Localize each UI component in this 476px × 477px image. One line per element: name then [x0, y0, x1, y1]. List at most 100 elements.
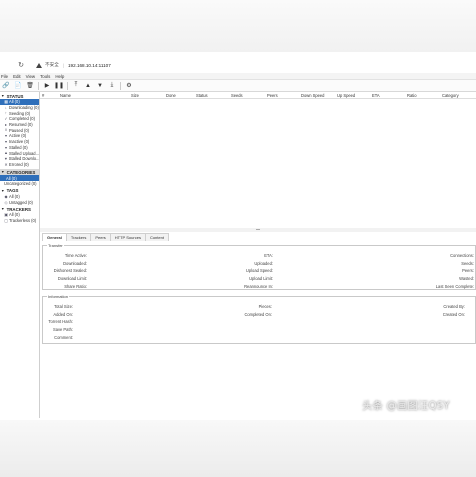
- stalled-up-icon: ▲: [4, 151, 8, 156]
- move-bottom-icon[interactable]: ⤓: [108, 82, 116, 90]
- upload-icon: ↑: [5, 111, 7, 116]
- menu-file[interactable]: File: [1, 74, 8, 79]
- download-icon: ↓: [5, 105, 7, 110]
- categories-section-header[interactable]: ▼ CATEGORIES: [0, 169, 39, 176]
- dishonest-sealed-label: Dishonest Sealed:: [53, 268, 87, 273]
- status-filter-completed[interactable]: ✓ Completed (0): [0, 116, 39, 122]
- column-header-status[interactable]: Status: [196, 93, 208, 98]
- bottom-blank-area: [0, 420, 476, 477]
- collapse-icon: ▼: [1, 188, 5, 193]
- time-active-label: Time Active:: [64, 253, 87, 258]
- status-filter-stalled-upload[interactable]: ▲ Stalled Upload...: [0, 150, 39, 156]
- tab-general[interactable]: General: [42, 233, 67, 241]
- category-filter-uncategorized[interactable]: Uncategorized (0): [0, 181, 39, 187]
- pause-icon[interactable]: ❚❚: [54, 82, 64, 90]
- information-group: Information Total Size: Added On: Torren…: [42, 294, 476, 344]
- filter-icon: ▾: [5, 140, 7, 145]
- menu-help[interactable]: Help: [55, 74, 64, 79]
- move-down-icon[interactable]: ▼: [96, 82, 104, 90]
- column-header-number[interactable]: #: [42, 93, 44, 98]
- toolbar-divider: [67, 81, 68, 90]
- url-text[interactable]: 192.168.10.14:11107: [68, 63, 111, 68]
- status-filter-errored[interactable]: ✕ Errored (0): [0, 162, 39, 168]
- added-on-label: Added On:: [53, 312, 73, 317]
- column-header-ratio[interactable]: Ratio: [407, 93, 417, 98]
- status-filter-stalled-download[interactable]: ▼ Stalled Downlo...: [0, 156, 39, 162]
- eta-label: ETA:: [264, 253, 273, 258]
- information-group-title: Information: [47, 294, 70, 299]
- column-header-size[interactable]: Size: [131, 93, 139, 98]
- play-icon[interactable]: ▶: [43, 82, 51, 90]
- download-limit-label: Download Limit:: [57, 276, 87, 281]
- upload-limit-label: Upload Limit:: [249, 276, 273, 281]
- column-header-eta[interactable]: ETA: [372, 93, 380, 98]
- check-icon: ✓: [4, 117, 8, 122]
- all-icon: ▦: [4, 100, 8, 105]
- torrent-hash-label: Torrent Hash:: [48, 319, 73, 324]
- stalled-down-icon: ▼: [4, 156, 8, 161]
- menu-view[interactable]: View: [26, 74, 35, 79]
- filter-icon: ▾: [5, 145, 7, 150]
- add-link-icon[interactable]: 🔗: [2, 82, 10, 90]
- tag-icon: ◆: [4, 194, 8, 199]
- move-top-icon[interactable]: ⤒: [72, 82, 80, 90]
- address-bar[interactable]: ↻ 不安全 | 192.168.10.14:11107: [0, 59, 476, 71]
- transfer-group-title: Transfer: [47, 243, 64, 248]
- top-blank-area: [0, 0, 476, 52]
- add-file-icon[interactable]: 📄: [14, 82, 22, 90]
- insecure-label[interactable]: 不安全: [45, 62, 59, 68]
- collapse-icon: ▼: [1, 207, 5, 211]
- created-on-label: Created On:: [442, 312, 465, 317]
- pause-icon: ‖: [5, 128, 7, 133]
- torrent-list[interactable]: # Name Size Done Status Seeds Peers Down…: [40, 92, 476, 232]
- resume-icon: ▸: [5, 123, 7, 128]
- downloaded-label: Downloaded:: [63, 261, 87, 266]
- pieces-label: Pieces:: [258, 304, 272, 309]
- tab-trackers[interactable]: Trackers: [65, 233, 92, 241]
- tracker-icon: ▣: [4, 213, 8, 218]
- comment-label: Comment:: [54, 335, 73, 340]
- options-icon[interactable]: ⚙: [125, 82, 133, 90]
- created-by-label: Created By:: [443, 304, 465, 309]
- warning-icon: [36, 62, 42, 68]
- tab-content[interactable]: Content: [144, 233, 169, 241]
- collapse-icon: ▼: [1, 94, 5, 98]
- column-header-name[interactable]: Name: [60, 93, 71, 98]
- error-icon: ✕: [4, 162, 8, 167]
- tracker-icon: ▢: [4, 219, 8, 224]
- menu-tools[interactable]: Tools: [40, 74, 50, 79]
- column-header-seeds[interactable]: Seeds: [231, 93, 243, 98]
- delete-icon[interactable]: 🗑: [26, 82, 34, 90]
- peers-label: Peers:: [462, 268, 474, 273]
- toolbar-divider: [38, 81, 39, 90]
- menu-edit[interactable]: Edit: [13, 74, 21, 79]
- column-header-peers[interactable]: Peers: [267, 93, 278, 98]
- upload-speed-label: Upload Speed:: [245, 268, 273, 273]
- tracker-filter-trackerless[interactable]: ▢ Trackerless (0): [0, 218, 39, 224]
- tag-icon: ◇: [4, 200, 8, 205]
- transfer-group: Transfer Time Active: Downloaded: Dishon…: [42, 243, 476, 290]
- toolbar: 🔗 📄 🗑 ▶ ❚❚ ⤒ ▲ ▼ ⤓ ⚙: [0, 80, 476, 92]
- reannounce-in-label: Reannounce In:: [244, 284, 273, 289]
- column-header-done[interactable]: Done: [166, 93, 176, 98]
- column-header-down-speed[interactable]: Down Speed: [301, 93, 324, 98]
- uploaded-label: Uploaded:: [254, 261, 273, 266]
- panel-splitter[interactable]: [40, 228, 476, 232]
- column-header-up-speed[interactable]: Up Speed: [337, 93, 355, 98]
- tag-filter-untagged[interactable]: ◇ Untagged (0): [0, 199, 39, 205]
- tab-http-sources[interactable]: HTTP Sources: [109, 233, 146, 241]
- tab-peers[interactable]: Peers: [90, 233, 111, 241]
- reload-icon[interactable]: ↻: [16, 61, 26, 69]
- splitter-handle[interactable]: [256, 229, 260, 230]
- status-filter-downloading[interactable]: ↓ Downloading (0): [0, 105, 39, 111]
- sidebar: ▼ STATUS ▦ All (0) ↓ Downloading (0) ↑ Seedi…: [0, 92, 40, 418]
- torrent-list-header: # Name Size Done Status Seeds Peers Down…: [40, 92, 476, 99]
- last-seen-complete-label: Last Seen Complete:: [435, 284, 474, 289]
- column-header-category[interactable]: Category: [442, 93, 459, 98]
- menu-bar: File Edit View Tools Help: [0, 73, 476, 80]
- completed-on-label: Completed On:: [244, 312, 272, 317]
- wasted-label: Wasted:: [459, 276, 474, 281]
- total-size-label: Total Size:: [54, 304, 73, 309]
- move-up-icon[interactable]: ▲: [84, 82, 92, 90]
- toolbar-divider: [120, 81, 121, 90]
